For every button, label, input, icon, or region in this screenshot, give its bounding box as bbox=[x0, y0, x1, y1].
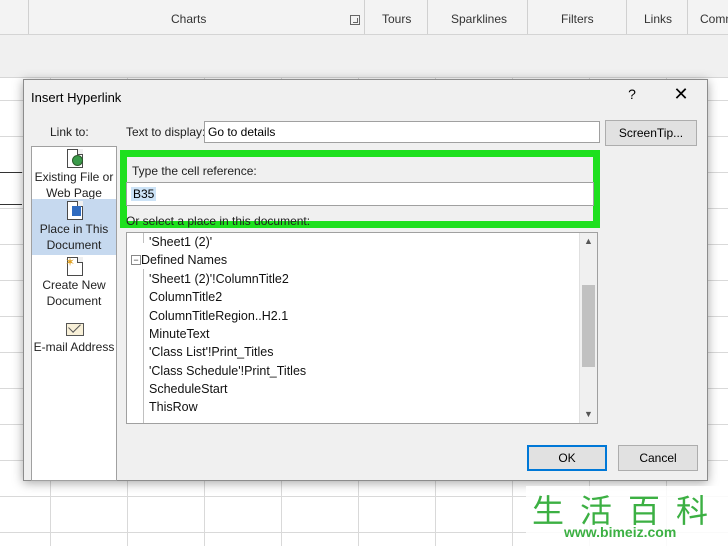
link-to-email-address-label: E-mail Address bbox=[33, 340, 115, 354]
collapse-icon[interactable]: − bbox=[131, 255, 141, 265]
dialog-launcher-icon[interactable] bbox=[350, 15, 360, 25]
formula-bar-area bbox=[0, 35, 728, 78]
link-to-existing-file-label: Existing File or Web Page bbox=[34, 170, 114, 200]
ribbon-separator bbox=[687, 0, 688, 34]
link-to-place-in-document-label: Place in This Document bbox=[39, 222, 109, 252]
tree-item[interactable]: ThisRow bbox=[149, 398, 198, 416]
ribbon: Charts Tours Sparklines Filters Links Co… bbox=[0, 0, 728, 35]
text-to-display-label: Text to display: bbox=[126, 125, 206, 139]
cell-reference-value: B35 bbox=[131, 187, 157, 201]
tree-item[interactable]: ColumnTitle2 bbox=[149, 288, 222, 306]
tree-item[interactable]: ColumnTitleRegion..H2.1 bbox=[149, 307, 288, 325]
insert-hyperlink-dialog: Insert Hyperlink ? ✕ Link to: Existing F… bbox=[23, 79, 708, 481]
ribbon-separator bbox=[427, 0, 428, 34]
ribbon-separator bbox=[364, 0, 365, 34]
tree-line bbox=[143, 233, 144, 243]
text-to-display-input[interactable]: Go to details bbox=[204, 121, 600, 143]
link-to-new-document-label: Create New Document bbox=[42, 278, 106, 308]
dialog-title: Insert Hyperlink bbox=[31, 90, 122, 105]
scroll-thumb[interactable] bbox=[582, 285, 595, 367]
ribbon-separator bbox=[28, 0, 29, 34]
cell-reference-input[interactable]: B35 bbox=[126, 182, 594, 206]
ribbon-group-charts[interactable]: Charts bbox=[171, 12, 206, 26]
tree-item[interactable]: 'Sheet1 (2)'!ColumnTitle2 bbox=[149, 270, 289, 288]
link-to-existing-file[interactable]: Existing File or Web Page bbox=[32, 147, 116, 201]
watermark: 生活百科 www.bimeiz.com bbox=[526, 486, 728, 546]
tree-group-defined-names[interactable]: − Defined Names bbox=[129, 251, 227, 269]
tree-item[interactable]: 'Class List'!Print_Titles bbox=[149, 343, 273, 361]
link-to-place-in-document[interactable]: Place in This Document bbox=[32, 199, 116, 255]
link-to-panel: Existing File or Web Page Place in This … bbox=[31, 146, 117, 481]
tree-scrollbar[interactable]: ▲ ▼ bbox=[579, 233, 597, 423]
tree-group-label: Defined Names bbox=[141, 253, 228, 267]
tree-line bbox=[143, 269, 144, 423]
screentip-button[interactable]: ScreenTip... bbox=[605, 120, 697, 146]
new-document-icon: ✶ bbox=[65, 255, 83, 276]
cell-border bbox=[0, 172, 22, 173]
ribbon-group-tours[interactable]: Tours bbox=[382, 12, 411, 26]
document-place-tree[interactable]: 'Sheet1 (2)' − Defined Names 'Sheet1 (2)… bbox=[126, 232, 598, 424]
or-select-label: Or select a place in this document: bbox=[126, 214, 311, 228]
cell-border bbox=[0, 204, 22, 205]
link-to-label: Link to: bbox=[50, 125, 89, 139]
web-page-icon bbox=[65, 149, 83, 168]
help-button[interactable]: ? bbox=[624, 86, 640, 106]
cancel-button[interactable]: Cancel bbox=[618, 445, 698, 471]
close-icon[interactable]: ✕ bbox=[669, 84, 693, 106]
scroll-down-icon[interactable]: ▼ bbox=[580, 406, 597, 423]
scroll-up-icon[interactable]: ▲ bbox=[580, 233, 597, 250]
ribbon-group-links[interactable]: Links bbox=[644, 12, 672, 26]
ribbon-separator bbox=[527, 0, 528, 34]
email-icon bbox=[65, 319, 84, 337]
document-place-icon bbox=[65, 201, 83, 220]
watermark-url: www.bimeiz.com bbox=[564, 524, 677, 540]
ribbon-separator bbox=[626, 0, 627, 34]
ok-button[interactable]: OK bbox=[527, 445, 607, 471]
ribbon-group-filters[interactable]: Filters bbox=[561, 12, 594, 26]
tree-item[interactable]: 'Sheet1 (2)' bbox=[149, 233, 212, 251]
link-to-email-address[interactable]: E-mail Address bbox=[32, 317, 116, 359]
tree-item[interactable]: ScheduleStart bbox=[149, 380, 228, 398]
tree-item[interactable]: MinuteText bbox=[149, 325, 209, 343]
link-to-new-document[interactable]: ✶ Create New Document bbox=[32, 255, 116, 311]
tree-item[interactable]: 'Class Schedule'!Print_Titles bbox=[149, 362, 306, 380]
ribbon-group-comments[interactable]: Comn bbox=[700, 12, 728, 26]
ribbon-group-sparklines[interactable]: Sparklines bbox=[451, 12, 507, 26]
cell-reference-label: Type the cell reference: bbox=[132, 164, 257, 178]
